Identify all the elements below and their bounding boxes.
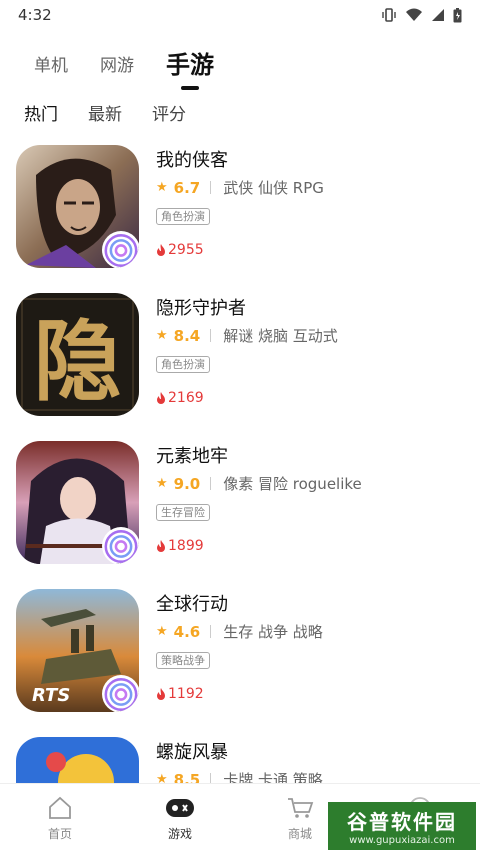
- cart-icon: [288, 798, 314, 818]
- list-item[interactable]: 隐 隐形守护者 ★ 8.4 解谜 烧脑 互动式 角色扮演 2169: [0, 293, 480, 441]
- game-icon[interactable]: [16, 145, 139, 268]
- divider: [210, 773, 212, 783]
- heat-count: 1192: [156, 686, 204, 702]
- genre-list: 生存 战争 战略: [223, 623, 323, 641]
- divider: [210, 625, 212, 638]
- tab-online[interactable]: 网游: [100, 51, 134, 80]
- main-tabs: 单机 网游 手游: [34, 44, 214, 80]
- spiral-badge-icon: [102, 527, 139, 564]
- nav-home[interactable]: 首页: [0, 784, 120, 853]
- category-tag: 生存冒险: [156, 504, 210, 521]
- game-title[interactable]: 隐形守护者: [156, 294, 246, 320]
- rating-row: ★ 9.0 像素 冒险 roguelike: [156, 473, 362, 494]
- rating-row: ★ 8.4 解谜 烧脑 互动式: [156, 325, 338, 346]
- genre-list: 像素 冒险 roguelike: [223, 475, 362, 493]
- genre-list: 卡牌 卡通 策略: [223, 771, 323, 783]
- flame-icon: [157, 392, 165, 404]
- divider: [210, 477, 212, 490]
- star-icon: ★: [156, 624, 168, 639]
- category-tag: 角色扮演: [156, 356, 210, 373]
- star-icon: ★: [156, 476, 168, 491]
- category-tag: 角色扮演: [156, 208, 210, 225]
- game-title[interactable]: 全球行动: [156, 590, 228, 616]
- rating-value: 9.0: [173, 474, 201, 493]
- game-list: 我的侠客 ★ 6.7 武侠 仙侠 RPG 角色扮演 2955 隐 隐形守护者 ★…: [0, 145, 480, 783]
- star-icon: ★: [156, 772, 168, 783]
- sort-tab-hot[interactable]: 热门: [24, 100, 58, 125]
- nav-games[interactable]: 游戏: [120, 784, 240, 853]
- list-item[interactable]: 元素地牢 ★ 9.0 像素 冒险 roguelike 生存冒险 1899: [0, 441, 480, 589]
- game-icon[interactable]: 隐: [16, 293, 139, 416]
- genre-list: 武侠 仙侠 RPG: [223, 179, 324, 197]
- tab-mobile[interactable]: 手游: [166, 45, 214, 80]
- heat-value: 2169: [168, 390, 204, 406]
- gamepad-icon: [166, 799, 194, 817]
- game-icon[interactable]: [16, 441, 139, 564]
- flame-icon: [157, 540, 165, 552]
- genre-list: 解谜 烧脑 互动式: [223, 327, 338, 345]
- rating-value: 6.7: [173, 178, 201, 197]
- rating-row: ★ 6.7 武侠 仙侠 RPG: [156, 177, 324, 198]
- sort-tabs: 热门 最新 评分: [24, 100, 186, 125]
- rating-value: 8.4: [173, 326, 201, 345]
- watermark-logo: 谷普软件园 www.gupuxiazai.com: [328, 802, 476, 850]
- game-title[interactable]: 我的侠客: [156, 146, 228, 172]
- spiral-badge-icon: [102, 231, 139, 268]
- icon-rts-label: RTS: [32, 685, 71, 706]
- list-item[interactable]: RTS 全球行动 ★ 4.6 生存 战争 战略 策略战争 1192: [0, 589, 480, 737]
- rating-row: ★ 4.6 生存 战争 战略: [156, 621, 323, 642]
- flame-icon: [157, 688, 165, 700]
- game-icon[interactable]: RTS: [16, 589, 139, 712]
- nav-store-label: 商城: [287, 827, 312, 841]
- home-icon: [49, 796, 71, 819]
- rating-row: ★ 8.5 卡牌 卡通 策略: [156, 769, 323, 783]
- game-title[interactable]: 元素地牢: [156, 442, 228, 468]
- game-title[interactable]: 螺旋风暴: [156, 738, 228, 764]
- heat-count: 1899: [156, 538, 204, 554]
- star-icon: ★: [156, 180, 168, 195]
- sort-tab-newest[interactable]: 最新: [88, 100, 122, 125]
- list-item[interactable]: 螺旋风暴 ★ 8.5 卡牌 卡通 策略: [0, 737, 480, 783]
- heat-value: 1192: [168, 686, 204, 702]
- status-time: 4:32: [18, 6, 52, 24]
- list-item[interactable]: 我的侠客 ★ 6.7 武侠 仙侠 RPG 角色扮演 2955: [0, 145, 480, 293]
- nav-home-label: 首页: [47, 827, 72, 841]
- status-bar: 4:32: [0, 0, 480, 30]
- wifi-icon: [406, 8, 422, 21]
- divider: [210, 181, 212, 194]
- battery-icon: [453, 7, 462, 22]
- divider: [210, 329, 212, 342]
- game-icon[interactable]: [16, 737, 139, 783]
- rating-value: 4.6: [173, 622, 201, 641]
- heat-value: 2955: [168, 242, 204, 258]
- nav-games-label: 游戏: [167, 827, 192, 841]
- heat-count: 2955: [156, 242, 204, 258]
- icon-calligraphy: 隐: [33, 309, 122, 413]
- rating-value: 8.5: [173, 770, 201, 784]
- heat-value: 1899: [168, 538, 204, 554]
- vibrate-icon: [382, 8, 396, 22]
- sort-tab-rating[interactable]: 评分: [152, 100, 186, 125]
- flame-icon: [157, 244, 165, 256]
- watermark-title: 谷普软件园: [347, 810, 457, 834]
- status-icons: [381, 7, 462, 23]
- star-icon: ★: [156, 328, 168, 343]
- tab-standalone[interactable]: 单机: [34, 51, 68, 80]
- spiral-badge-icon: [102, 675, 139, 712]
- watermark-url: www.gupuxiazai.com: [349, 835, 455, 846]
- heat-count: 2169: [156, 390, 204, 406]
- signal-icon: [432, 9, 444, 21]
- category-tag: 策略战争: [156, 652, 210, 669]
